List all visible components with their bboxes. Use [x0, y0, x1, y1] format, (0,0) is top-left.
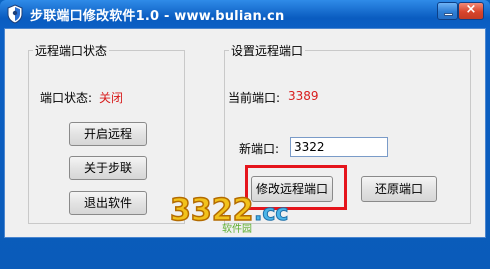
- remote-port-status-group: 远程端口状态 端口状态: 关闭 开启远程 关于步联 退出软件: [28, 42, 185, 224]
- minimize-icon: [444, 13, 453, 16]
- app-window: 步联端口修改软件1.0 - www.bulian.cn × 远程端口状态 端口状…: [0, 0, 490, 269]
- about-button[interactable]: 关于步联: [69, 156, 147, 180]
- watermark-logo: 3322 .cc 软件园: [169, 192, 289, 234]
- port-status-value: 关闭: [99, 91, 124, 105]
- svg-text:软件园: 软件园: [222, 222, 252, 234]
- close-icon: ×: [465, 2, 477, 17]
- current-port-value: 3389: [288, 89, 319, 103]
- new-port-input[interactable]: [290, 137, 388, 157]
- start-remote-button[interactable]: 开启远程: [69, 122, 147, 146]
- port-status-label: 端口状态:: [40, 91, 93, 105]
- minimize-button[interactable]: [437, 2, 458, 20]
- group-legend-status: 远程端口状态: [33, 42, 110, 59]
- close-button[interactable]: ×: [458, 2, 484, 20]
- shield-icon: [7, 4, 23, 24]
- exit-button[interactable]: 退出软件: [69, 191, 147, 215]
- window-title: 步联端口修改软件1.0 - www.bulian.cn: [30, 9, 285, 24]
- restore-port-button[interactable]: 还原端口: [361, 176, 437, 202]
- svg-text:3322: 3322: [170, 193, 254, 228]
- svg-text:.cc: .cc: [254, 201, 288, 226]
- new-port-label: 新端口:: [239, 142, 280, 156]
- current-port-label: 当前端口:: [228, 91, 281, 105]
- group-legend-settings: 设置远程端口: [229, 42, 306, 59]
- title-bar[interactable]: 步联端口修改软件1.0 - www.bulian.cn ×: [0, 0, 490, 28]
